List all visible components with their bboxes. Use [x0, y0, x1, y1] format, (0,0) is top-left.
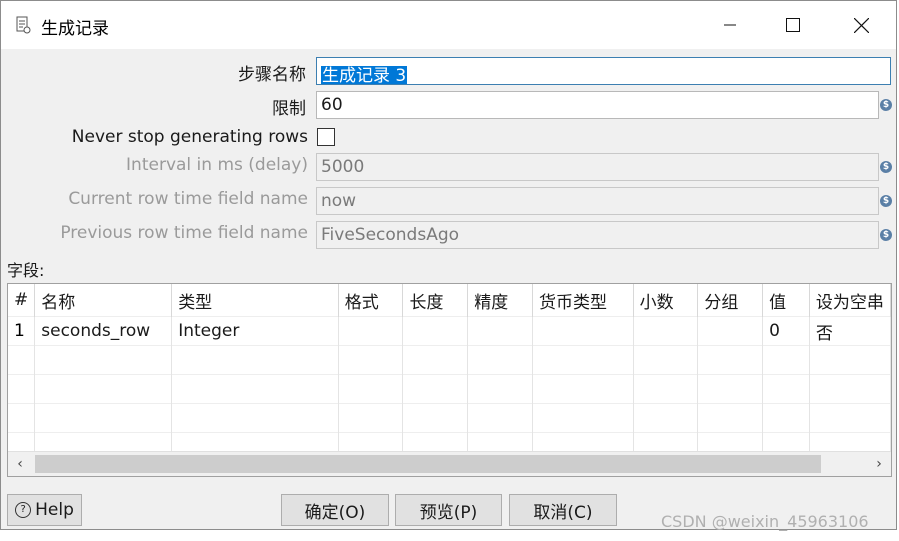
help-icon: ? [15, 502, 32, 518]
close-button[interactable] [829, 1, 893, 49]
table-cell[interactable] [467, 316, 533, 346]
fields-grid: # 名称 类型 格式 长度 精度 货币类型 小数 分组 值 设为空串 1 sec… [8, 284, 891, 461]
table-cell[interactable] [532, 316, 634, 346]
scroll-right-icon[interactable]: › [867, 452, 891, 476]
column-header[interactable]: 类型 [171, 284, 339, 317]
minimize-button[interactable] [698, 1, 762, 49]
column-header[interactable]: 格式 [338, 284, 404, 317]
column-header[interactable]: 设为空串 [809, 284, 891, 317]
table-cell[interactable] [402, 316, 469, 346]
variable-icon[interactable]: $ [880, 229, 892, 241]
variable-icon[interactable]: $ [880, 195, 892, 207]
limit-label: 限制 [272, 99, 306, 119]
table-cell[interactable] [633, 316, 699, 346]
cancel-button[interactable]: 取消(C) [509, 494, 617, 526]
interval-input[interactable]: 5000 [316, 153, 879, 181]
table-cell[interactable] [697, 316, 764, 346]
table-row[interactable] [8, 345, 891, 375]
never-stop-checkbox[interactable] [317, 128, 335, 146]
maximize-icon [786, 18, 800, 32]
column-header[interactable]: 值 [762, 284, 810, 317]
column-header[interactable]: 货币类型 [532, 284, 634, 317]
column-header[interactable]: 小数 [633, 284, 699, 317]
preview-button[interactable]: 预览(P) [395, 494, 502, 526]
title-bar: 生成记录 [1, 1, 896, 49]
help-button-label: Help [35, 500, 74, 520]
limit-input[interactable]: 60 [316, 91, 879, 119]
never-stop-label: Never stop generating rows [71, 127, 308, 147]
dialog-window: 生成记录 步骤名称 生成记录 3 限制 60 $ Never stop gene… [0, 0, 897, 531]
variable-icon[interactable]: $ [880, 99, 892, 111]
transform-step-icon [16, 16, 31, 34]
previous-time-field-label: Previous row time field name [60, 223, 308, 243]
table-cell[interactable]: seconds_row [34, 316, 173, 346]
current-time-field-label: Current row time field name [68, 189, 308, 209]
table-header-row: # 名称 类型 格式 长度 精度 货币类型 小数 分组 值 设为空串 [8, 284, 891, 317]
column-header[interactable]: 长度 [402, 284, 469, 317]
horizontal-scrollbar[interactable]: ‹ › [8, 451, 891, 476]
variable-icon[interactable]: $ [880, 161, 892, 173]
close-icon [853, 17, 869, 33]
previous-time-field-input[interactable]: FiveSecondsAgo [316, 221, 879, 249]
help-button[interactable]: ? Help [7, 494, 82, 526]
table-row[interactable] [8, 374, 891, 404]
step-name-input[interactable]: 生成记录 3 [316, 57, 891, 85]
scroll-left-icon[interactable]: ‹ [8, 452, 32, 476]
step-name-label: 步骤名称 [238, 65, 306, 85]
window-title: 生成记录 [41, 19, 109, 39]
ok-button[interactable]: 确定(O) [281, 494, 389, 526]
watermark: CSDN @weixin_45963106 [661, 512, 869, 531]
fields-label: 字段: [7, 261, 45, 280]
table-row[interactable]: 1 seconds_row Integer 0 否 [8, 316, 891, 346]
table-cell[interactable] [338, 316, 404, 346]
table-cell[interactable]: 否 [809, 316, 891, 346]
table-cell[interactable]: 0 [762, 316, 810, 346]
column-header[interactable]: # [8, 284, 36, 317]
step-name-value: 生成记录 3 [321, 66, 408, 85]
table-cell[interactable]: Integer [171, 316, 339, 346]
column-header[interactable]: 精度 [467, 284, 533, 317]
maximize-button[interactable] [761, 1, 825, 49]
current-time-field-input[interactable]: now [316, 187, 879, 215]
row-number: 1 [8, 316, 36, 346]
scrollbar-thumb[interactable] [35, 455, 821, 473]
fields-table[interactable]: # 名称 类型 格式 长度 精度 货币类型 小数 分组 值 设为空串 1 sec… [7, 283, 892, 477]
column-header[interactable]: 名称 [34, 284, 173, 317]
column-header[interactable]: 分组 [697, 284, 764, 317]
minimize-icon [724, 24, 736, 26]
table-row[interactable] [8, 403, 891, 433]
interval-label: Interval in ms (delay) [126, 155, 308, 175]
